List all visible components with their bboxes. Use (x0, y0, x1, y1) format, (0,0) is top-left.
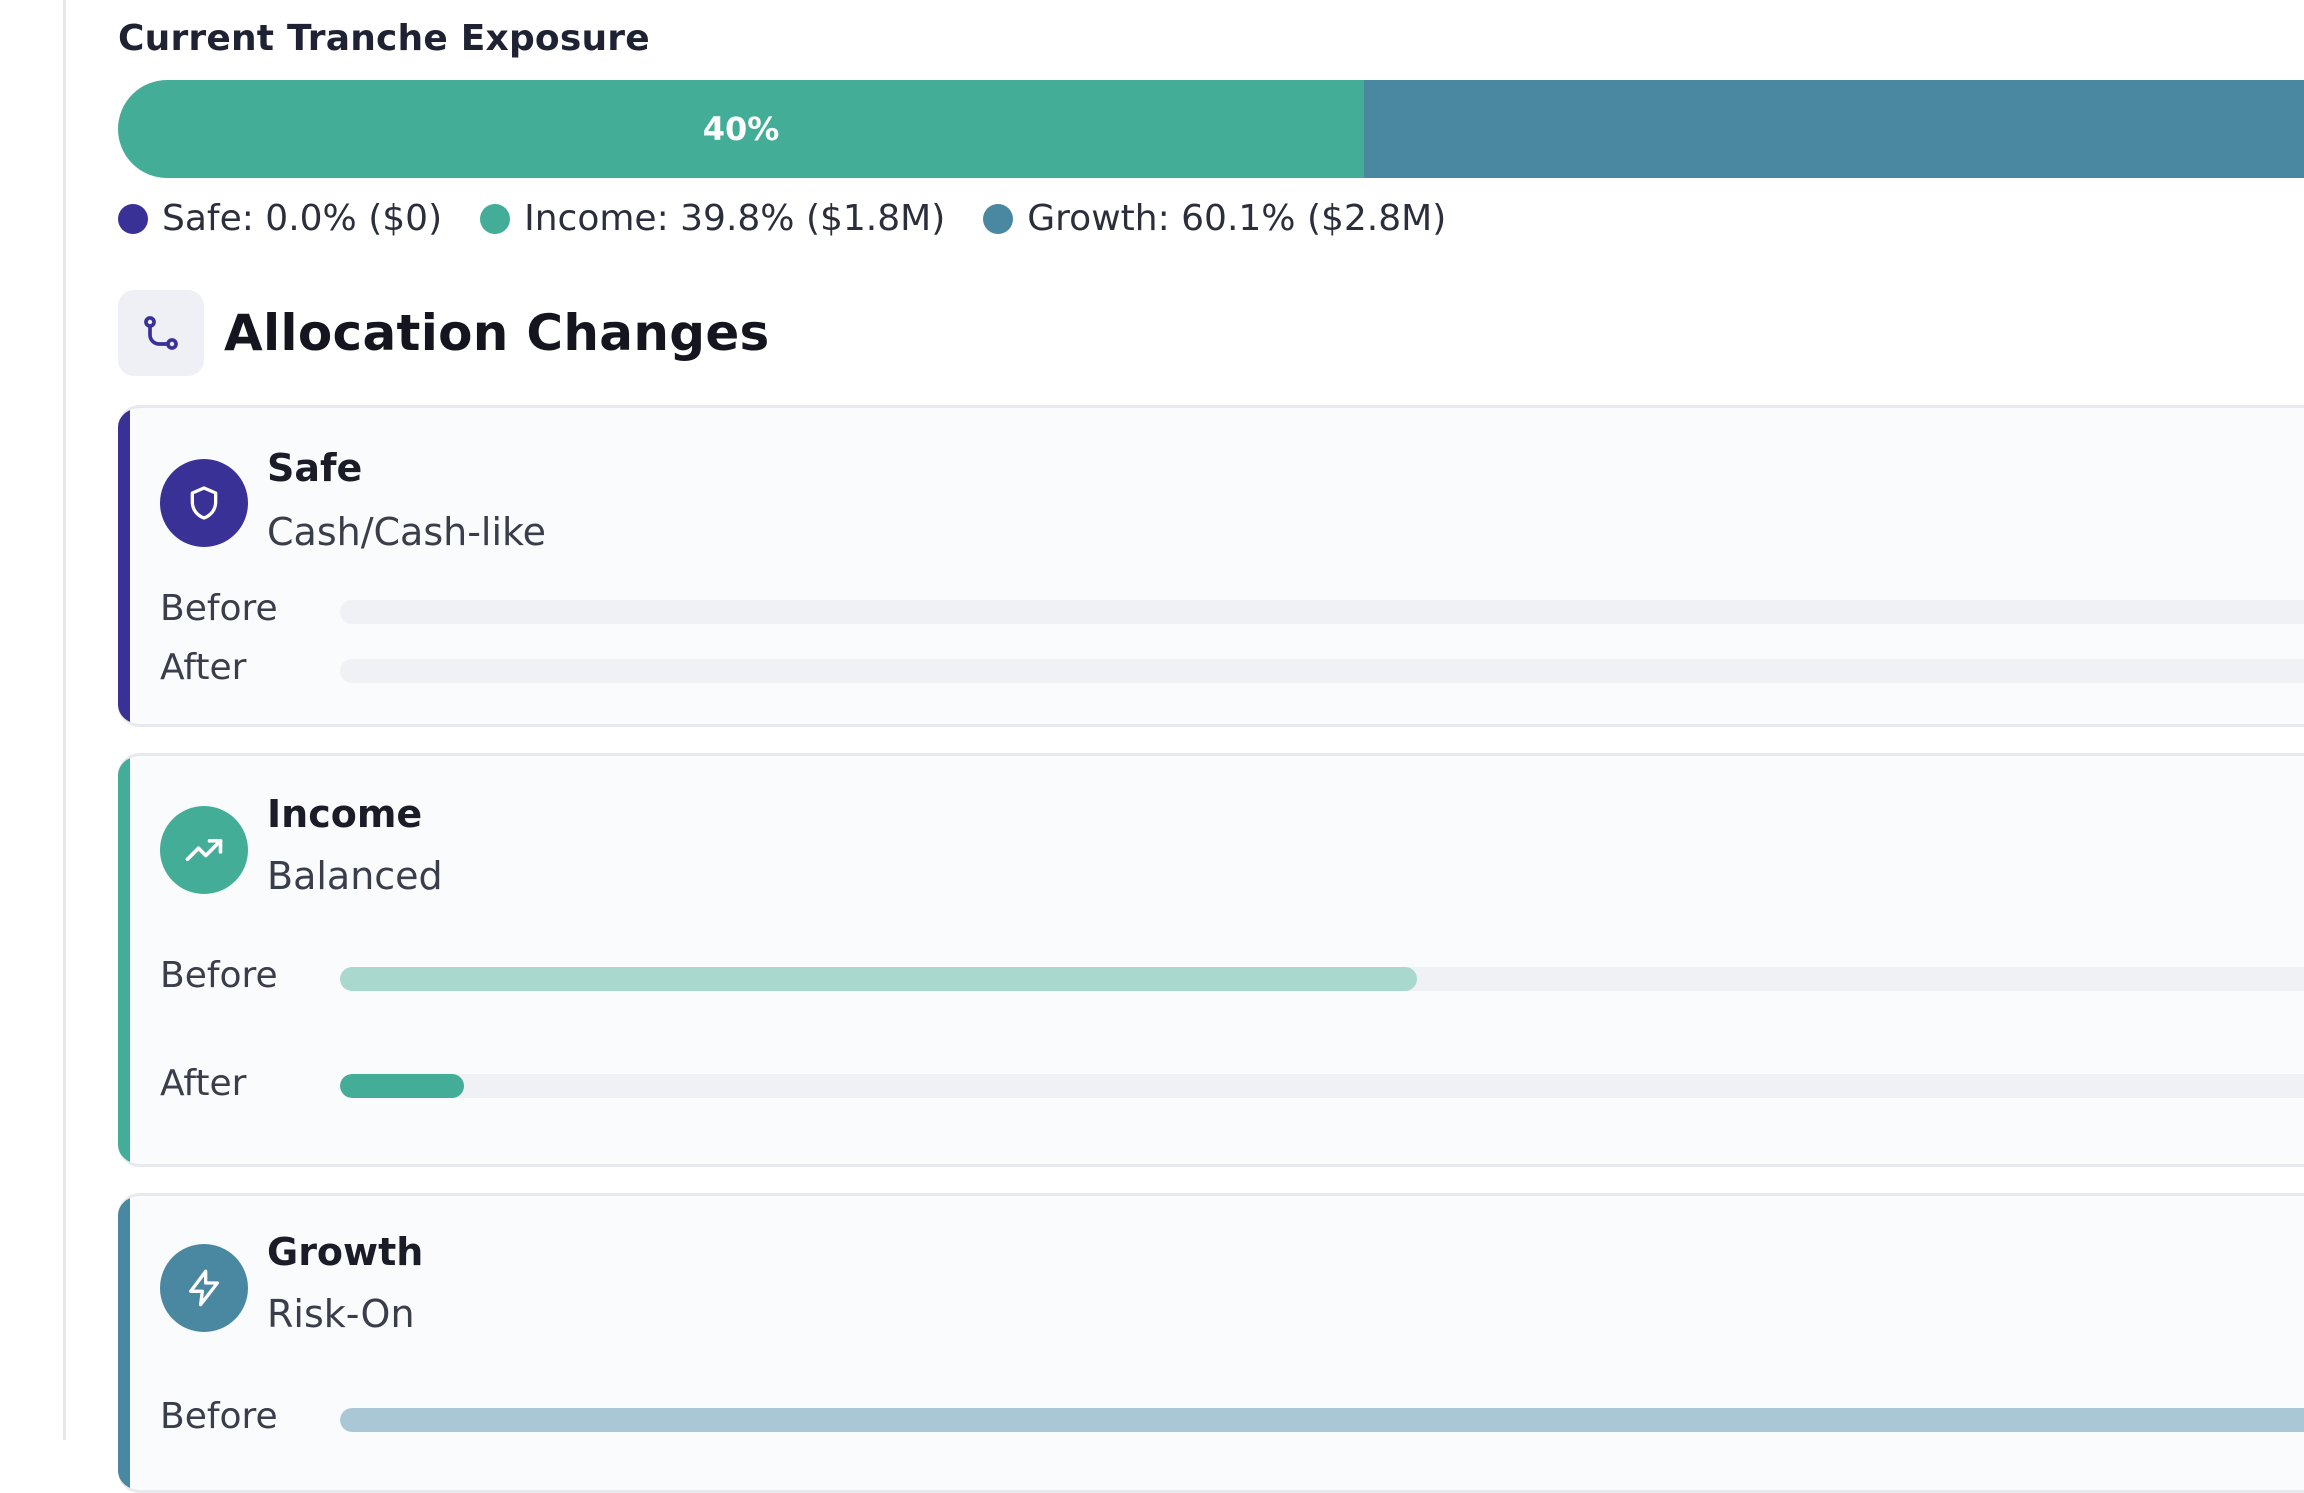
card-accent-growth (118, 1196, 130, 1490)
before-track-growth (340, 1408, 2304, 1432)
trending-up-icon (160, 806, 248, 894)
legend-item-income: Income: 39.8% ($1.8M) (480, 198, 945, 239)
card-name-growth: Growth (267, 1230, 424, 1274)
shield-icon (160, 459, 248, 547)
card-subtitle-safe: Cash/Cash-like (267, 510, 547, 554)
exposure-legend: Safe: 0.0% ($0) Income: 39.8% ($1.8M) Gr… (118, 198, 1484, 239)
legend-item-safe: Safe: 0.0% ($0) (118, 198, 442, 239)
exposure-bar: 40% (118, 80, 2304, 178)
lightning-icon (160, 1244, 248, 1332)
exposure-segment-growth (1364, 80, 2304, 178)
before-fill-income (340, 967, 1418, 991)
legend-item-growth: Growth: 60.1% ($2.8M) (983, 198, 1446, 239)
after-track-income (340, 1074, 2304, 1098)
before-fill-growth (340, 1408, 2304, 1432)
card-accent-income (118, 756, 130, 1164)
section-title: Allocation Changes (224, 304, 770, 362)
allocation-card-safe: Safe Cash/Cash-like Before After (118, 405, 2304, 727)
before-track-income (340, 967, 2304, 991)
before-label-safe: Before (160, 588, 278, 629)
before-label-income: Before (160, 955, 278, 996)
legend-dot-safe (118, 203, 148, 234)
card-subtitle-income: Balanced (267, 854, 443, 898)
legend-dot-income (480, 203, 511, 234)
exposure-bar-label: 40% (702, 110, 780, 148)
exposure-title: Current Tranche Exposure (118, 18, 650, 59)
sidebar-edge (0, 0, 66, 1440)
card-name-income: Income (267, 792, 423, 836)
route-icon (118, 290, 204, 376)
before-track-safe (340, 600, 2304, 624)
legend-label-income: Income: 39.8% ($1.8M) (524, 198, 946, 239)
legend-label-growth: Growth: 60.1% ($2.8M) (1027, 198, 1447, 239)
card-subtitle-growth: Risk-On (267, 1292, 415, 1336)
legend-label-safe: Safe: 0.0% ($0) (162, 198, 443, 239)
after-label-safe: After (160, 647, 247, 688)
legend-dot-growth (983, 203, 1014, 234)
card-name-safe: Safe (267, 446, 363, 490)
after-fill-income (340, 1074, 464, 1098)
before-label-growth: Before (160, 1396, 278, 1437)
after-label-income: After (160, 1063, 247, 1104)
card-accent-safe (118, 408, 130, 724)
main-content: Current Tranche Exposure 40% Safe: 0.0% … (118, 0, 2304, 1493)
allocation-changes-header: Allocation Changes (118, 290, 770, 376)
allocation-card-growth: Growth Risk-On Before (118, 1193, 2304, 1493)
allocation-card-income: Income Balanced Before After (118, 753, 2304, 1167)
after-track-safe (340, 659, 2304, 683)
exposure-segment-income: 40% (118, 80, 1365, 178)
